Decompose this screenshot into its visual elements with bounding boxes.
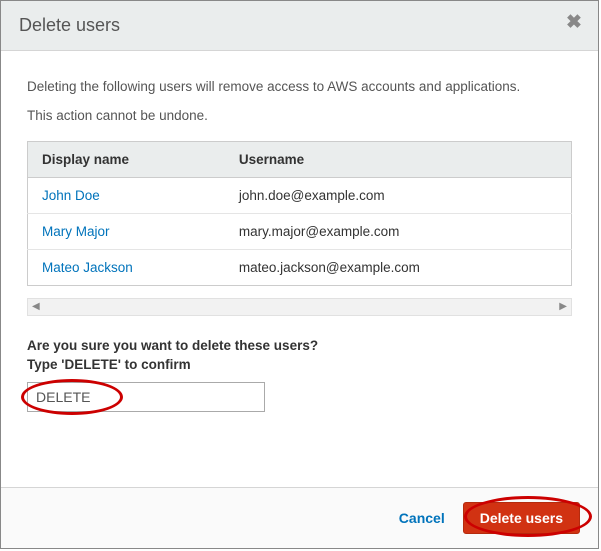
dialog-footer: Cancel Delete users (1, 487, 598, 548)
table-row: John Doe john.doe@example.com (28, 178, 572, 214)
table-row: Mateo Jackson mateo.jackson@example.com (28, 250, 572, 286)
users-table: Display name Username John Doe john.doe@… (27, 141, 572, 286)
dialog-warning-text: This action cannot be undone. (27, 108, 572, 123)
horizontal-scrollbar[interactable] (27, 298, 572, 316)
dialog-lead-text: Deleting the following users will remove… (27, 79, 572, 94)
confirm-input[interactable] (27, 382, 265, 412)
col-username: Username (225, 142, 572, 178)
col-display-name: Display name (28, 142, 225, 178)
dialog-body: Deleting the following users will remove… (1, 51, 598, 487)
dialog-header: Delete users ✖ (1, 1, 598, 51)
table-row: Mary Major mary.major@example.com (28, 214, 572, 250)
user-username: mary.major@example.com (225, 214, 572, 250)
confirm-question: Are you sure you want to delete these us… (27, 338, 572, 353)
user-username: mateo.jackson@example.com (225, 250, 572, 286)
delete-users-dialog: Delete users ✖ Deleting the following us… (0, 0, 599, 549)
cancel-button[interactable]: Cancel (385, 502, 459, 534)
dialog-title: Delete users (19, 15, 120, 35)
close-icon[interactable]: ✖ (562, 11, 586, 35)
delete-users-button[interactable]: Delete users (463, 502, 580, 534)
user-username: john.doe@example.com (225, 178, 572, 214)
confirm-instruction: Type 'DELETE' to confirm (27, 357, 572, 372)
user-link[interactable]: Mary Major (42, 224, 110, 239)
user-link[interactable]: John Doe (42, 188, 100, 203)
user-link[interactable]: Mateo Jackson (42, 260, 133, 275)
